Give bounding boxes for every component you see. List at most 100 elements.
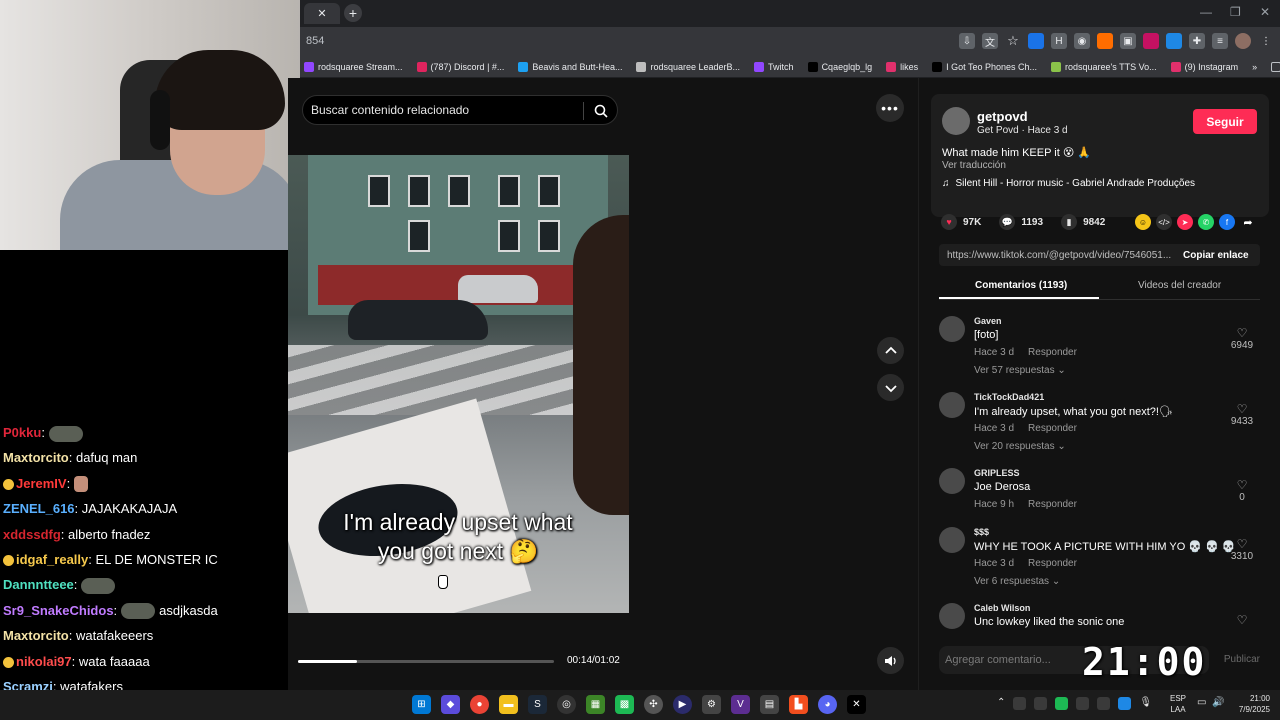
- commenter-avatar[interactable]: [939, 468, 965, 494]
- puzzle-icon[interactable]: ✚: [1189, 33, 1205, 49]
- tray-app-icon[interactable]: [1034, 697, 1048, 710]
- reply-button[interactable]: Responder: [1028, 499, 1077, 510]
- publish-button[interactable]: Publicar: [1224, 654, 1260, 665]
- previous-video-button[interactable]: [877, 337, 904, 364]
- send-icon[interactable]: ➤: [1177, 214, 1193, 230]
- video-player[interactable]: I'm already upset what you got next 🤔: [288, 155, 629, 613]
- chat-username[interactable]: Sr9_SnakeChidos: [3, 603, 114, 618]
- creator-username[interactable]: getpovd: [977, 109, 1028, 124]
- browser-tab[interactable]: ✕: [304, 3, 340, 24]
- search-input[interactable]: [311, 96, 581, 124]
- profile-avatar[interactable]: [1235, 33, 1251, 49]
- comment-like[interactable]: ♡ 0: [1230, 478, 1254, 503]
- share-arrow-icon[interactable]: ➦: [1240, 214, 1256, 230]
- creator-avatar[interactable]: [942, 107, 970, 135]
- comment-username[interactable]: Gaven: [974, 316, 1002, 326]
- minimize-icon[interactable]: —: [1200, 5, 1212, 19]
- more-options-button[interactable]: •••: [876, 94, 904, 122]
- next-video-button[interactable]: [877, 374, 904, 401]
- calendar-icon[interactable]: ▤: [760, 695, 779, 714]
- heart-outline-icon[interactable]: ♡: [1230, 613, 1254, 627]
- tray-expand-icon[interactable]: ⌃: [997, 697, 1005, 710]
- star-icon[interactable]: ☆: [1005, 33, 1021, 49]
- bookmarks-more-icon[interactable]: »: [1252, 62, 1257, 72]
- address-bar[interactable]: 854 ⇩ 文 ☆ H ◉ ▣ ✚ ≡ ⋮: [300, 27, 1280, 56]
- install-icon[interactable]: ⇩: [959, 33, 975, 49]
- comment-icon[interactable]: 💬: [999, 214, 1016, 230]
- chat-username[interactable]: ZENEL_616: [3, 501, 75, 516]
- video-progress-bar[interactable]: [298, 660, 554, 663]
- figma-icon[interactable]: ▙: [789, 695, 808, 714]
- commenter-avatar[interactable]: [939, 527, 965, 553]
- extension-icon[interactable]: ▣: [1120, 33, 1136, 49]
- bookmark-item[interactable]: (787) Discord | #...: [416, 61, 504, 72]
- volume-tray-icon[interactable]: 🔊: [1212, 697, 1224, 708]
- search-box[interactable]: [302, 95, 618, 125]
- windows-start-icon[interactable]: ⊞: [412, 695, 431, 714]
- reply-button[interactable]: Responder: [1028, 423, 1077, 434]
- tray-app-icon[interactable]: [1055, 697, 1069, 710]
- visual-studio-icon[interactable]: V: [731, 695, 750, 714]
- extension-icon[interactable]: [1028, 33, 1044, 49]
- translate-link[interactable]: Ver traducción: [942, 160, 1006, 171]
- obs-icon[interactable]: ◎: [557, 695, 576, 714]
- chat-username[interactable]: Maxtorcito: [3, 450, 69, 465]
- heart-outline-icon[interactable]: ♡: [1230, 326, 1254, 340]
- follow-button[interactable]: Seguir: [1193, 109, 1257, 134]
- whatsapp-icon[interactable]: ✆: [1198, 214, 1214, 230]
- chrome-icon[interactable]: ●: [470, 695, 489, 714]
- volume-button[interactable]: [877, 647, 904, 674]
- chat-username[interactable]: Dannntteee: [3, 577, 74, 592]
- tray-app-icon[interactable]: [1013, 697, 1027, 710]
- bookmark-item[interactable]: rodsquaree's TTS Vo...: [1051, 61, 1157, 72]
- copy-link-button[interactable]: Copiar enlace: [1183, 250, 1249, 261]
- media-icon[interactable]: ▶: [673, 695, 692, 714]
- comment-like[interactable]: ♡: [1230, 613, 1254, 627]
- bookmark-item[interactable]: rodsquaree LeaderB...: [636, 61, 740, 72]
- embed-icon[interactable]: </>: [1156, 214, 1172, 230]
- search-button[interactable]: [591, 101, 611, 121]
- emoji-icon[interactable]: ☺: [1135, 214, 1151, 230]
- address-text[interactable]: 854: [306, 35, 324, 47]
- all-bookmarks-folder[interactable]: Todos los marcadores: [1271, 61, 1280, 72]
- chat-username[interactable]: JeremIV: [16, 476, 67, 491]
- reply-button[interactable]: Responder: [1028, 558, 1077, 569]
- input-language[interactable]: ESP LAA: [1170, 693, 1186, 715]
- taskbar-clock[interactable]: 21:00 7/9/2025: [1230, 693, 1270, 715]
- commenter-avatar[interactable]: [939, 603, 965, 629]
- close-tab-icon[interactable]: ✕: [317, 7, 326, 20]
- comment-like[interactable]: ♡ 6949: [1230, 326, 1254, 351]
- reading-list-icon[interactable]: ≡: [1212, 33, 1228, 49]
- video-link[interactable]: https://www.tiktok.com/@getpovd/video/75…: [947, 250, 1173, 261]
- tab-creator-videos[interactable]: Videos del creador: [1138, 280, 1221, 291]
- extension-icon[interactable]: H: [1051, 33, 1067, 49]
- tray-app-icon[interactable]: [1076, 697, 1090, 710]
- commenter-avatar[interactable]: [939, 392, 965, 418]
- chat-username[interactable]: xddssdfg: [3, 527, 61, 542]
- bookmark-item[interactable]: Cqaeglqb_lg: [807, 61, 872, 72]
- app-icon[interactable]: ✣: [644, 695, 663, 714]
- bookmark-item[interactable]: Twitch: [754, 61, 794, 72]
- bookmark-item[interactable]: (9) Instagram: [1170, 61, 1238, 72]
- bookmark-item[interactable]: I Got Teo Phones Ch...: [932, 61, 1037, 72]
- extension-icon[interactable]: ◉: [1074, 33, 1090, 49]
- extension-icon[interactable]: [1166, 33, 1182, 49]
- view-replies-button[interactable]: Ver 20 respuestas ⌄: [974, 441, 1066, 452]
- extension-icon[interactable]: [1097, 33, 1113, 49]
- chat-username[interactable]: nikolai97: [16, 654, 72, 669]
- view-replies-button[interactable]: Ver 6 respuestas ⌄: [974, 576, 1060, 587]
- bookmark-item[interactable]: Beavis and Butt-Hea...: [518, 61, 622, 72]
- music-link[interactable]: ♫ Silent Hill - Horror music - Gabriel A…: [942, 178, 1195, 189]
- commenter-avatar[interactable]: [939, 316, 965, 342]
- menu-icon[interactable]: ⋮: [1258, 33, 1274, 49]
- network-icon[interactable]: ▭: [1197, 697, 1206, 708]
- comment-username[interactable]: GRIPLESS: [974, 468, 1020, 478]
- bookmark-item[interactable]: likes: [886, 61, 918, 72]
- restore-icon[interactable]: ❐: [1230, 5, 1241, 19]
- tray-app-icon[interactable]: [1097, 697, 1111, 710]
- heart-outline-icon[interactable]: ♡: [1230, 478, 1254, 492]
- microphone-icon[interactable]: 🎙: [1139, 697, 1152, 710]
- chat-username[interactable]: Maxtorcito: [3, 628, 69, 643]
- chat-username[interactable]: idgaf_really: [16, 552, 88, 567]
- minecraft-icon[interactable]: ▦: [586, 695, 605, 714]
